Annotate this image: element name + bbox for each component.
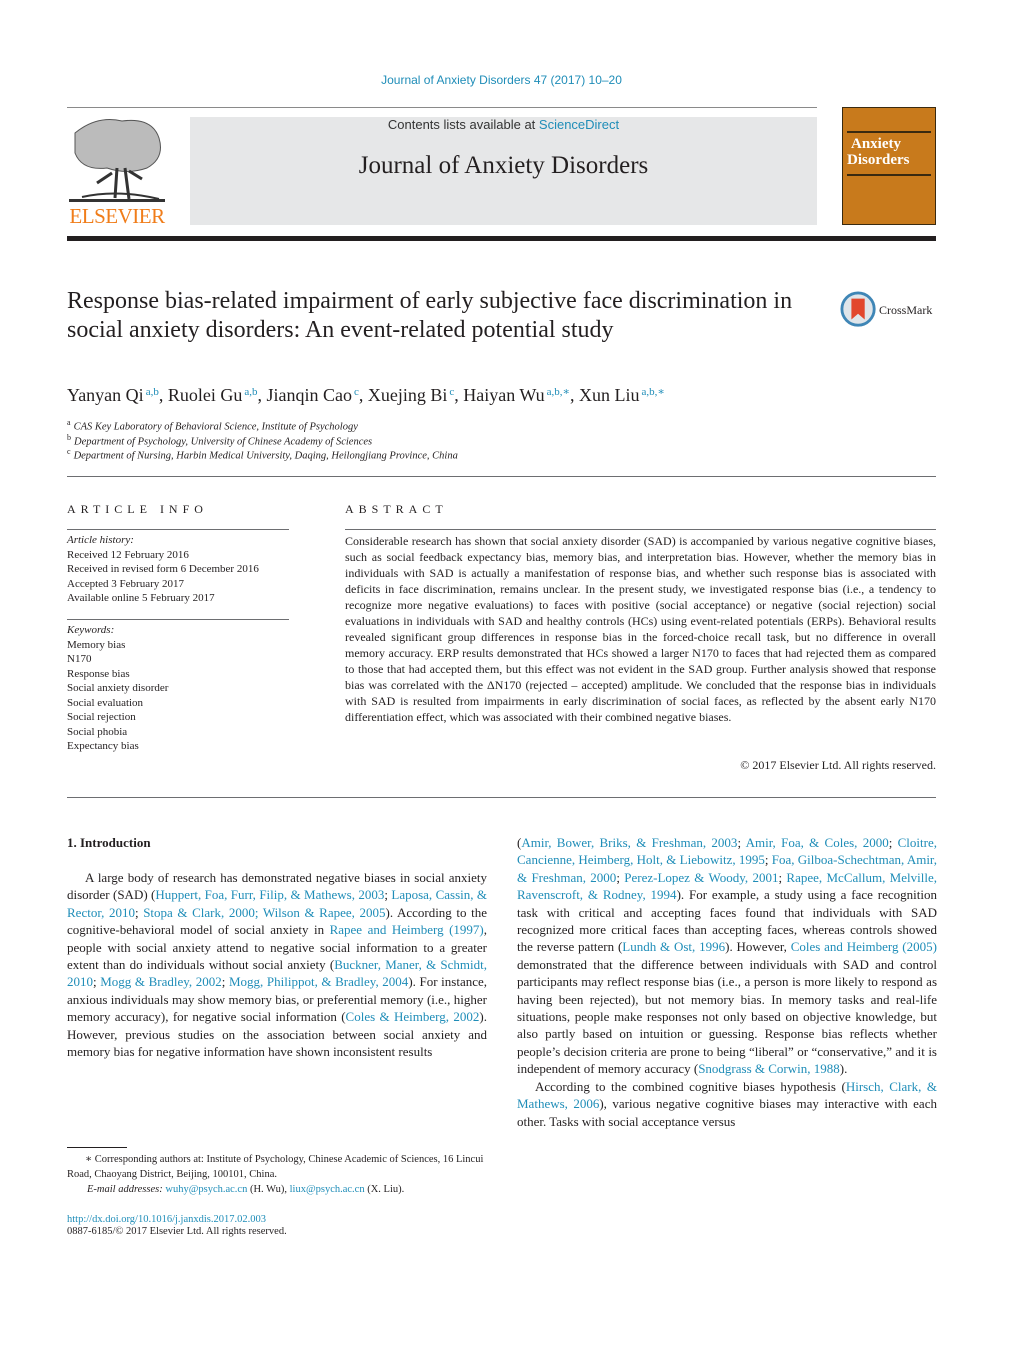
author[interactable]: Jianqin Cao c: [266, 385, 358, 405]
contents-prefix: Contents lists available at: [387, 117, 539, 132]
article-history: Article history: Received 12 February 20…: [67, 533, 297, 606]
paragraph: (Amir, Bower, Briks, & Freshman, 2003; A…: [517, 835, 937, 1077]
citation-link[interactable]: Rapee and Heimberg (1997): [330, 922, 484, 937]
history-item: Received 12 February 2016: [67, 548, 189, 561]
corresponding-author-note: ∗ Corresponding authors at: Institute of…: [67, 1154, 484, 1180]
keyword-item: Social anxiety disorder: [67, 682, 169, 694]
cover-rule: [847, 131, 931, 133]
body-column-right: (Amir, Bower, Briks, & Freshman, 2003; A…: [517, 834, 937, 1130]
history-label: Article history:: [67, 534, 134, 546]
citation-link[interactable]: Amir, Foa, & Coles, 2000: [746, 835, 889, 850]
affiliation-text: Department of Psychology, University of …: [74, 436, 373, 448]
email-owner: (H. Wu),: [247, 1184, 290, 1195]
author-affiliation-marker[interactable]: a,b: [146, 386, 159, 398]
author[interactable]: Xun Liu a,b,∗: [579, 385, 665, 405]
keyword-list: Memory bias N170 Response bias Social anxie…: [67, 638, 297, 754]
email-label: E-mail addresses:: [87, 1184, 163, 1195]
sciencedirect-link[interactable]: ScienceDirect: [539, 117, 619, 132]
footnote-rule: [67, 1147, 127, 1148]
paragraph: A large body of research has demonstrate…: [67, 870, 488, 1060]
info-rule: [67, 529, 289, 530]
citation-link[interactable]: Stopa & Clark, 2000; Wilson & Rapee, 200…: [143, 905, 385, 920]
author[interactable]: Ruolei Gu a,b: [168, 385, 258, 405]
abstract-text: Considerable research has shown that soc…: [345, 534, 936, 724]
keyword-item: Memory bias: [67, 638, 126, 651]
info-rule: [67, 619, 289, 620]
abstract-heading: ABSTRACT: [345, 502, 448, 516]
citation-link[interactable]: Mogg, Philippot, & Bradley, 2004: [229, 974, 408, 989]
abstract-copyright: © 2017 Elsevier Ltd. All rights reserved…: [740, 758, 936, 772]
keyword-item: Expectancy bias: [67, 740, 139, 752]
cover-title-line2: Disorders: [847, 152, 910, 168]
header-rule: [67, 107, 817, 108]
paragraph: According to the combined cognitive bias…: [517, 1078, 937, 1129]
citation-link[interactable]: Lundh & Ost, 1996: [622, 939, 725, 954]
author[interactable]: Yanyan Qi a,b: [67, 385, 159, 405]
affiliation-key: b: [67, 433, 71, 442]
email-link-wu[interactable]: wuhy@psych.ac.cn: [165, 1184, 247, 1195]
crossmark-icon[interactable]: [840, 291, 878, 329]
elsevier-wordmark[interactable]: ELSEVIER: [67, 204, 167, 229]
keywords: Keywords: Memory bias N170 Response bias So…: [67, 623, 297, 754]
history-item: Received in revised form 6 December 2016: [67, 563, 259, 575]
author-affiliation-marker[interactable]: a,b,∗: [547, 386, 570, 398]
section-heading-introduction: 1. Introduction: [67, 835, 151, 850]
issn-copyright: 0887-6185/© 2017 Elsevier Ltd. All right…: [67, 1226, 287, 1237]
cover-title-line1: Anxiety: [851, 136, 901, 152]
section-rule: [67, 476, 936, 477]
author[interactable]: Xuejing Bi c: [368, 385, 454, 405]
history-item: Available online 5 February 2017: [67, 592, 215, 604]
crossmark-label[interactable]: CrossMark: [879, 303, 932, 318]
keywords-label: Keywords:: [67, 624, 115, 636]
abstract-rule: [345, 529, 936, 530]
author[interactable]: Haiyan Wu a,b,∗: [463, 385, 570, 405]
article-title: Response bias-related impairment of earl…: [67, 288, 793, 343]
citation-link[interactable]: Amir, Bower, Briks, & Freshman, 2003: [521, 835, 737, 850]
section-rule: [67, 797, 936, 798]
header-thick-rule: [67, 236, 936, 241]
affiliation-key: a: [67, 418, 71, 427]
email-owner: (X. Liu).: [364, 1184, 405, 1195]
contents-line: Contents lists available at ScienceDirec…: [190, 117, 817, 132]
affiliation-b: b Department of Psychology, University of…: [67, 433, 372, 448]
citation-link[interactable]: Hirsch, Clark, & Mathews, 2006: [517, 1079, 937, 1111]
history-item: Accepted 3 February 2017: [67, 577, 184, 590]
author-affiliation-marker[interactable]: a,b: [244, 386, 257, 398]
keyword-item: Social rejection: [67, 711, 136, 723]
keyword-item: Response bias: [67, 667, 130, 680]
author-list: Yanyan Qi a,b, Ruolei Gu a,b, Jianqin Cao c…: [67, 385, 665, 405]
keyword-item: Social phobia: [67, 725, 128, 738]
doi-link[interactable]: http://dx.doi.org/10.1016/j.janxdis.2017…: [67, 1212, 266, 1227]
author-affiliation-marker[interactable]: c: [354, 386, 359, 398]
email-link-liu[interactable]: liux@psych.ac.cn: [290, 1184, 365, 1195]
affiliation-text: CAS Key Laboratory of Behavioral Science…: [73, 421, 358, 433]
author-affiliation-marker[interactable]: a,b,∗: [642, 386, 665, 398]
journal-title[interactable]: Journal of Anxiety Disorders: [190, 152, 817, 180]
citation-link[interactable]: Huppert, Foa, Furr, Filip, & Mathews, 20…: [155, 887, 384, 902]
keyword-item: N170: [67, 653, 92, 665]
journal-cover-thumbnail[interactable]: Anxiety Disorders: [842, 107, 936, 225]
citation-link[interactable]: Coles and Heimberg (2005): [791, 939, 937, 954]
article-info-heading: ARTICLE INFO: [67, 502, 208, 516]
footnote: ∗ Corresponding authors at: Institute of…: [67, 1152, 487, 1197]
keyword-item: Social evaluation: [67, 696, 144, 709]
history-list: Received 12 February 2016 Received in rev…: [67, 548, 297, 606]
affiliation-key: c: [67, 447, 71, 456]
citation-link[interactable]: Coles & Heimberg, 2002: [346, 1009, 480, 1024]
citation-link[interactable]: Perez-Lopez & Woody, 2001: [624, 870, 778, 885]
cover-rule: [847, 174, 931, 176]
journal-citation-link[interactable]: Journal of Anxiety Disorders 47 (2017) 1…: [0, 73, 1003, 87]
affiliation-text: Department of Nursing, Harbin Medical Un…: [73, 450, 458, 462]
body-column-left: A large body of research has demonstrate…: [67, 869, 487, 1060]
citation-link[interactable]: Mogg & Bradley, 2002: [100, 974, 222, 989]
citation-link[interactable]: Snodgrass & Corwin, 1988: [698, 1061, 840, 1076]
affiliation-a: a CAS Key Laboratory of Behavioral Scienc…: [67, 418, 358, 433]
affiliation-c: c Department of Nursing, Harbin Medical U…: [67, 447, 458, 462]
author-affiliation-marker[interactable]: c: [449, 386, 454, 398]
